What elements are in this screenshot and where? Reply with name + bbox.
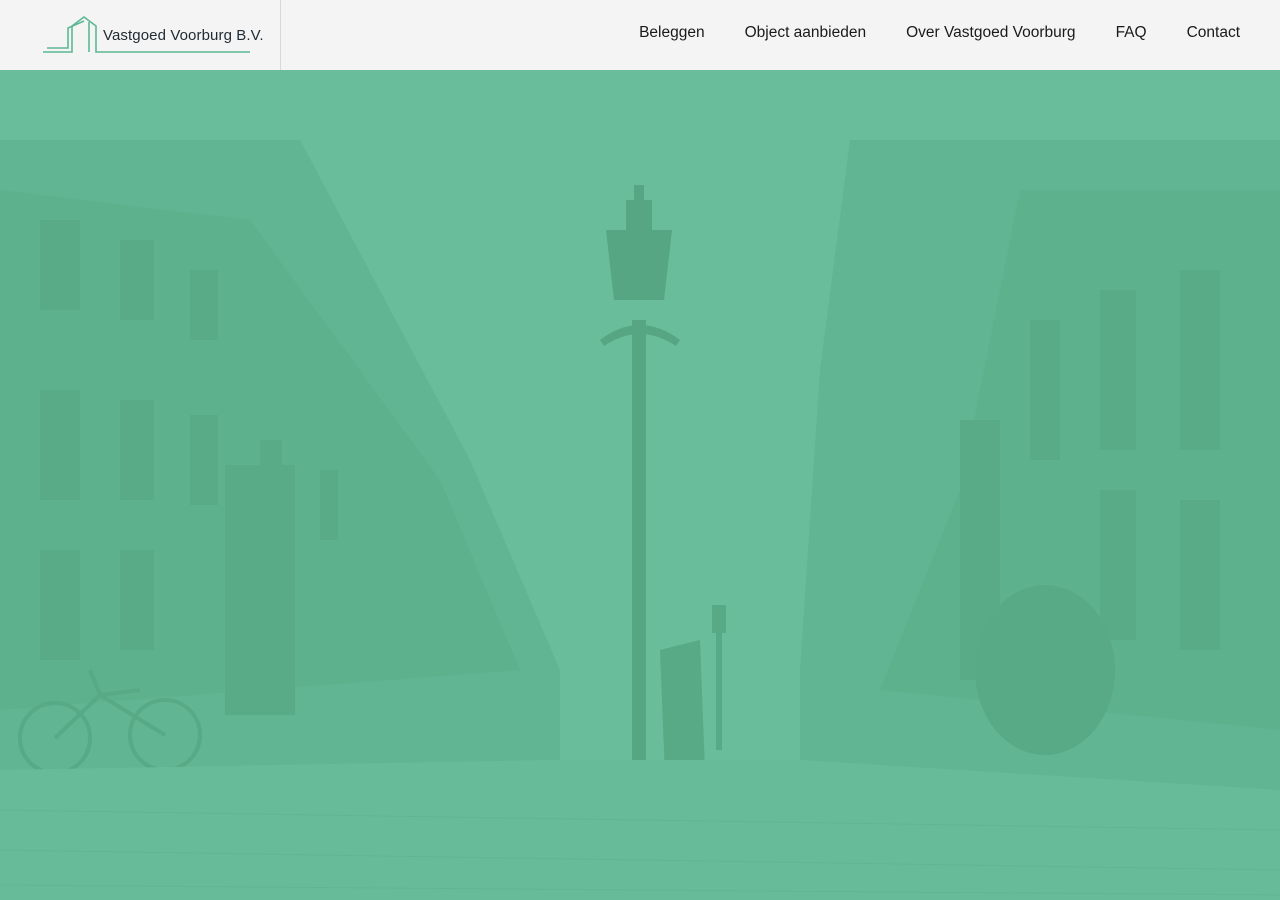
main-nav: Beleggen Object aanbieden Over Vastgoed … xyxy=(639,0,1240,66)
nav-item-over-vastgoed-voorburg[interactable]: Over Vastgoed Voorburg xyxy=(906,24,1075,42)
logo-link[interactable]: Vastgoed Voorburg B.V. xyxy=(0,0,281,70)
hero-image xyxy=(0,70,1280,900)
nav-item-contact[interactable]: Contact xyxy=(1187,24,1240,42)
logo-text: Vastgoed Voorburg B.V. xyxy=(103,27,264,44)
nav-item-object-aanbieden[interactable]: Object aanbieden xyxy=(745,24,867,42)
site-header: Vastgoed Voorburg B.V. Beleggen Object a… xyxy=(0,0,1280,70)
nav-item-faq[interactable]: FAQ xyxy=(1116,24,1147,42)
street-scene-illustration xyxy=(0,70,1280,900)
nav-item-beleggen[interactable]: Beleggen xyxy=(639,24,705,42)
